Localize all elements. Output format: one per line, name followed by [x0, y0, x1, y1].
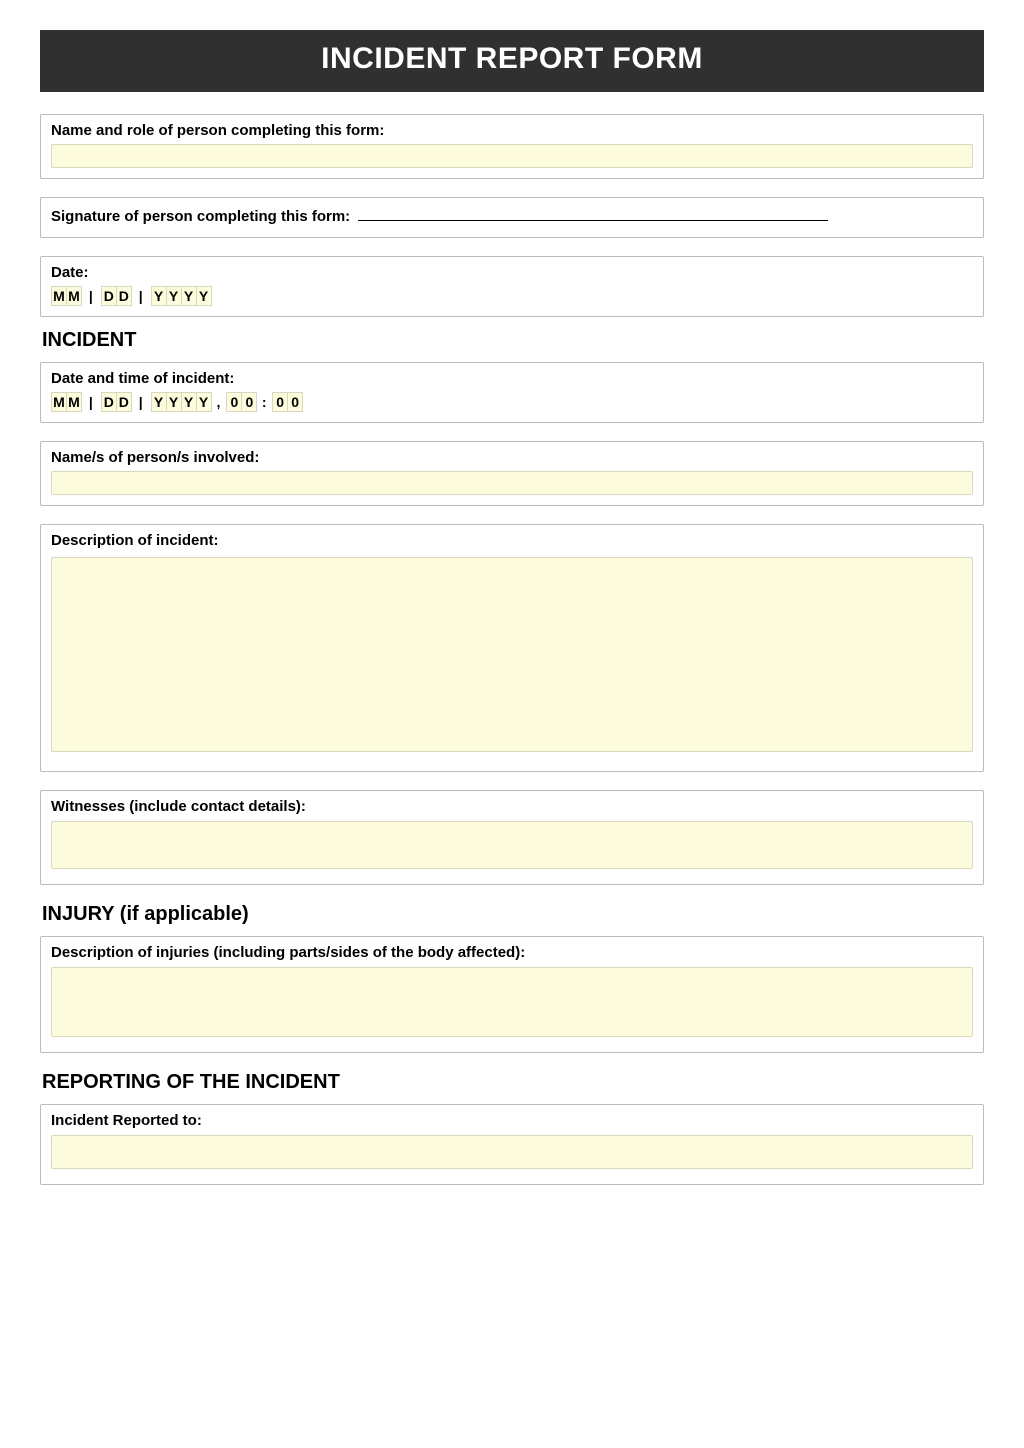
injury-description-input[interactable] — [51, 967, 973, 1037]
injury-description-box: Description of injuries (including parts… — [40, 936, 984, 1053]
incident-datetime-input[interactable]: MM | DD | YYYY , 00 : 00 — [51, 394, 302, 410]
reporting-heading: REPORTING OF THE INCIDENT — [42, 1071, 984, 1094]
name-role-input[interactable] — [51, 144, 973, 168]
incident-heading: INCIDENT — [42, 329, 984, 352]
reported-to-label: Incident Reported to: — [51, 1112, 973, 1129]
persons-involved-box: Name/s of person/s involved: — [40, 441, 984, 506]
witnesses-input[interactable] — [51, 821, 973, 869]
date-box: Date: MM | DD | YYYY — [40, 256, 984, 317]
date-label: Date: — [51, 264, 973, 281]
injury-description-label: Description of injuries (including parts… — [51, 944, 973, 961]
persons-involved-input[interactable] — [51, 471, 973, 495]
name-role-label: Name and role of person completing this … — [51, 122, 973, 139]
incident-description-box: Description of incident: — [40, 524, 984, 772]
form-title: INCIDENT REPORT FORM — [40, 30, 984, 92]
name-role-box: Name and role of person completing this … — [40, 114, 984, 179]
witnesses-box: Witnesses (include contact details): — [40, 790, 984, 885]
persons-involved-label: Name/s of person/s involved: — [51, 449, 973, 466]
witnesses-label: Witnesses (include contact details): — [51, 798, 973, 815]
incident-datetime-label: Date and time of incident: — [51, 370, 973, 387]
injury-heading: INJURY (if applicable) — [42, 903, 984, 926]
incident-description-label: Description of incident: — [51, 532, 973, 549]
signature-line[interactable] — [358, 220, 828, 221]
incident-description-input[interactable] — [51, 557, 973, 752]
reported-to-box: Incident Reported to: — [40, 1104, 984, 1185]
incident-datetime-box: Date and time of incident: MM | DD | YYY… — [40, 362, 984, 423]
date-input[interactable]: MM | DD | YYYY — [51, 288, 211, 304]
signature-label: Signature of person completing this form… — [51, 208, 350, 225]
reported-to-input[interactable] — [51, 1135, 973, 1169]
signature-box: Signature of person completing this form… — [40, 197, 984, 238]
